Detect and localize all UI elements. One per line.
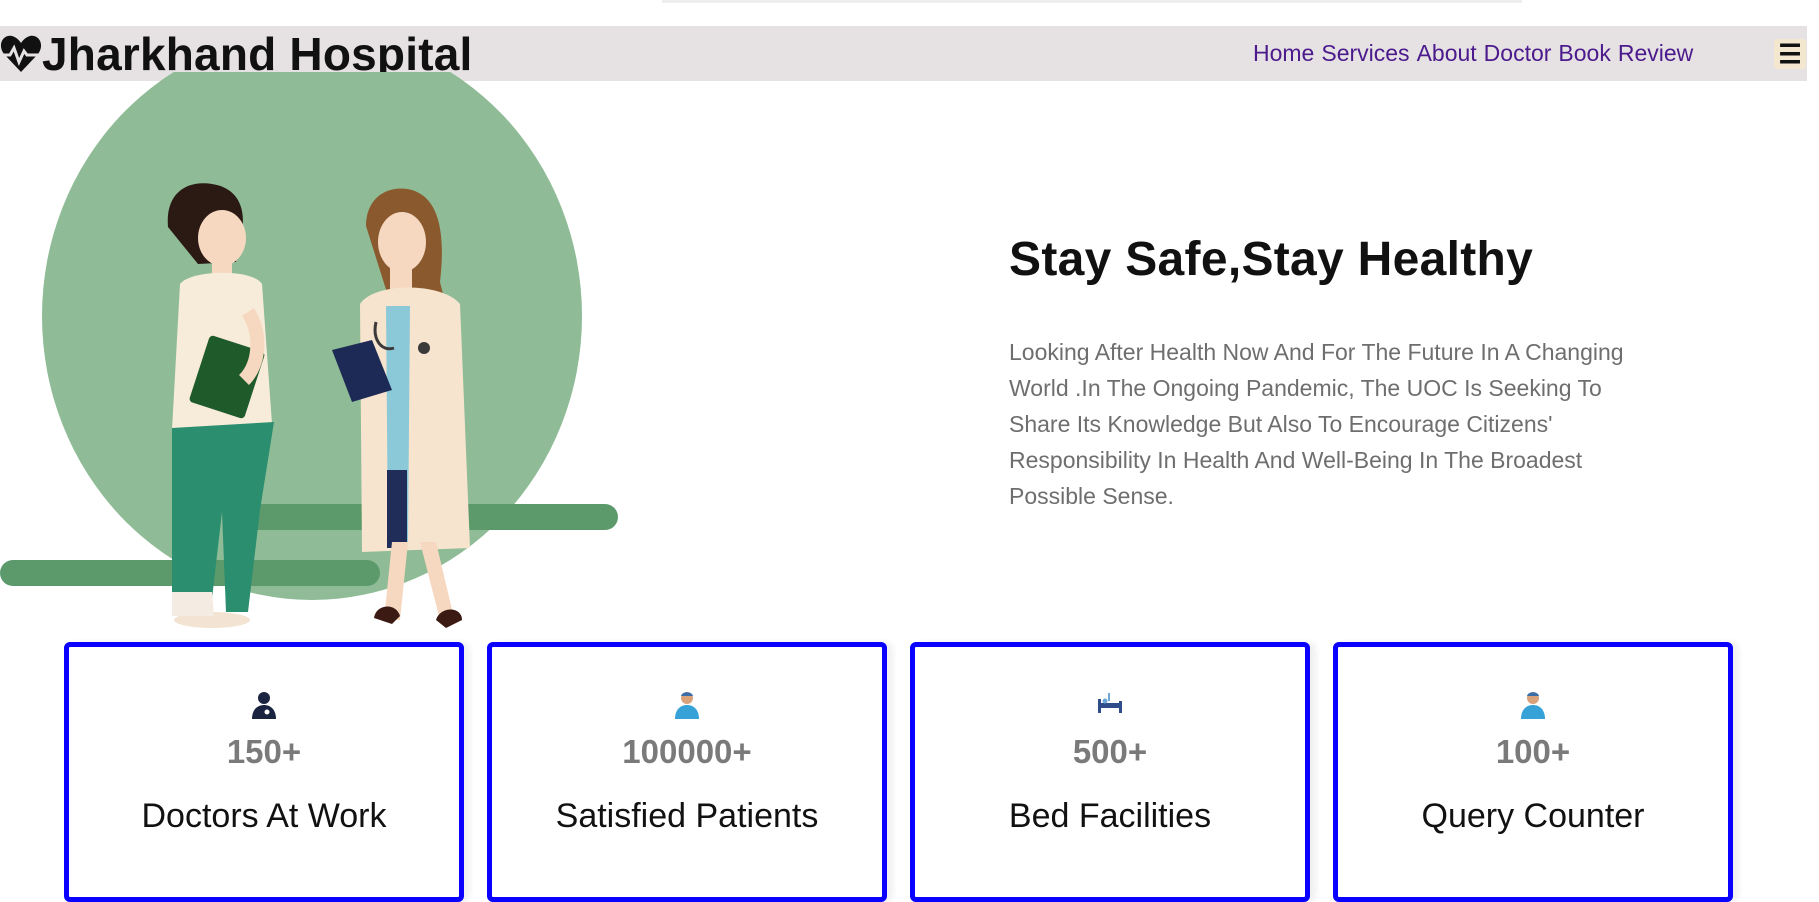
stat-label: Satisfied Patients xyxy=(555,797,819,835)
top-strip xyxy=(662,0,1522,3)
nav-services-link[interactable]: Services xyxy=(1321,40,1409,66)
nav-about-link[interactable]: About xyxy=(1417,40,1477,66)
heartbeat-icon xyxy=(0,35,42,72)
nav-doctor-link[interactable]: Doctor xyxy=(1484,40,1552,66)
nav-review-link[interactable]: Review xyxy=(1618,40,1693,66)
hero-title: Stay Safe,Stay Healthy xyxy=(1009,233,1534,286)
hospital-bed-icon xyxy=(1098,693,1122,713)
patient-icon xyxy=(675,692,699,719)
main-nav: Home Services About Doctor Book Review xyxy=(1253,40,1700,66)
stat-value: 100000+ xyxy=(622,733,752,770)
stat-card-beds: 500+ Bed Facilities xyxy=(910,642,1310,902)
nav-book-link[interactable]: Book xyxy=(1558,40,1610,66)
hero-description: Looking After Health Now And For The Fut… xyxy=(1009,339,1624,509)
doctors-illustration xyxy=(0,72,618,628)
stat-label: Bed Facilities xyxy=(1008,797,1212,835)
stat-value: 500+ xyxy=(1072,733,1148,770)
stat-label: Query Counter xyxy=(1421,797,1645,835)
stat-label: Doctors At Work xyxy=(141,797,387,835)
patient-icon xyxy=(1521,692,1545,719)
stat-value: 100+ xyxy=(1495,733,1571,770)
stat-card-doctors: 150+ Doctors At Work xyxy=(64,642,464,902)
brand-name: Jharkhand Hospital xyxy=(42,28,473,80)
stat-value: 150+ xyxy=(226,733,302,770)
hamburger-icon: ☰ xyxy=(1778,39,1802,69)
doctor-icon xyxy=(252,692,276,719)
nav-home-link[interactable]: Home xyxy=(1253,40,1314,66)
stat-card-patients: 100000+ Satisfied Patients xyxy=(487,642,887,902)
stat-card-queries: 100+ Query Counter xyxy=(1333,642,1733,902)
brand-logo[interactable]: Jharkhand Hospital xyxy=(0,30,472,78)
hamburger-menu-button[interactable]: ☰ xyxy=(1774,39,1806,69)
